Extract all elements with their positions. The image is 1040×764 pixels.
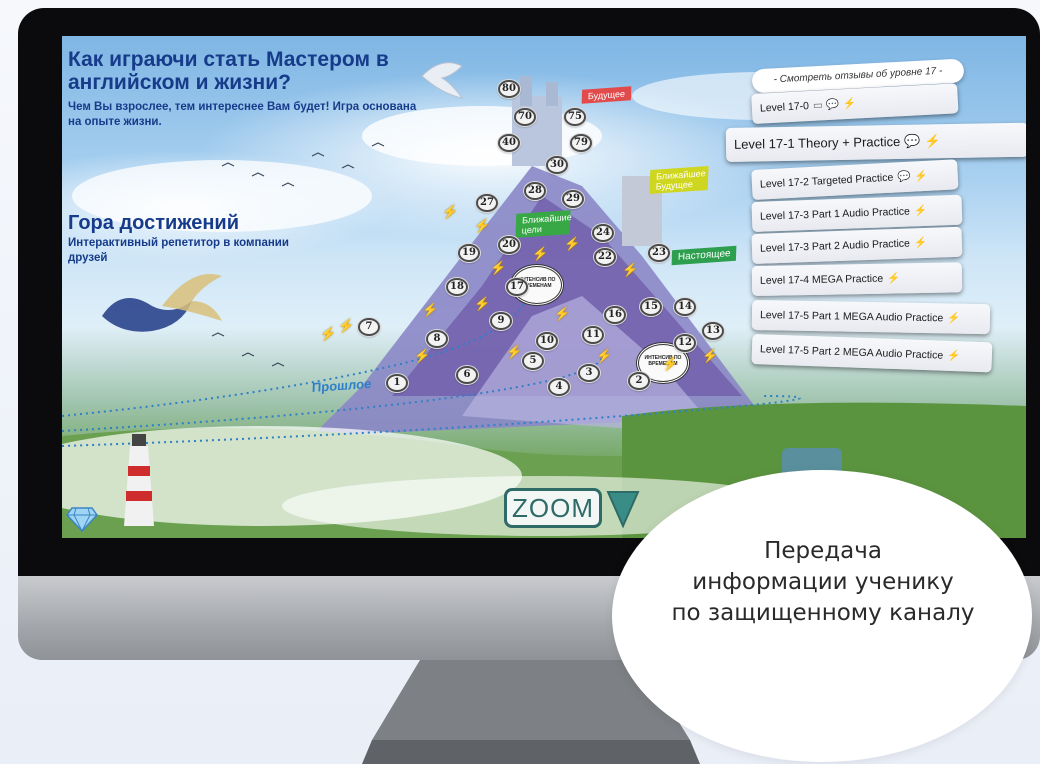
lightning-icon: ⚡ [913, 204, 928, 218]
lightning-icon: ⚡ [913, 236, 928, 250]
lightning-icon: ⚡ [622, 262, 639, 277]
lightning-icon: ⚡ [532, 246, 549, 261]
level-node[interactable]: 14 [674, 298, 696, 316]
lightning-icon: ⚡ [947, 312, 961, 325]
level-node[interactable]: 16 [604, 306, 626, 324]
lightning-icon: ⚡ [474, 218, 491, 233]
lightning-icon: ⚡ [914, 169, 928, 183]
bubble-line-2: информации ученику [692, 569, 954, 595]
lightning-icon: ⚡ [414, 348, 431, 363]
level-node[interactable]: 40 [498, 134, 520, 152]
lightning-icon: ⚡ [490, 260, 507, 275]
lightning-icon: ⚡ [924, 133, 941, 149]
level-item-17-1[interactable]: Level 17-1 Theory + Practice 💬 ⚡ [725, 122, 1026, 162]
level-node[interactable]: 23 [648, 244, 670, 262]
comment-icon: 💬 [896, 170, 911, 184]
lightning-icon: ⚡ [564, 236, 581, 251]
section-subtitle: Интерактивный репетитор в компании друзе… [68, 237, 289, 264]
lightning-icon: ⚡ [842, 97, 857, 111]
level-node[interactable]: 4 [548, 378, 570, 396]
level-node[interactable]: 70 [514, 108, 536, 126]
lightning-icon: ⚡ [887, 272, 901, 285]
flag-near-future: Ближайшее Будущее [649, 166, 709, 194]
level-item-17-4[interactable]: Level 17-4 MEGA Practice ⚡ [751, 262, 963, 296]
level-node[interactable]: 28 [524, 182, 546, 200]
level-node[interactable]: 9 [490, 312, 512, 330]
flag-near-goals: Ближайшие цели [515, 210, 572, 238]
level-node[interactable]: 24 [592, 224, 614, 242]
info-bubble-text: Передача информации ученику по защищенно… [620, 536, 1026, 629]
level-node[interactable]: 11 [582, 326, 604, 344]
section-title: Гора достижений [68, 212, 240, 234]
game-subline: Чем Вы взрослее, тем интереснее Вам буде… [68, 101, 417, 128]
lightning-icon: ⚡ [474, 296, 491, 311]
game-headline: Как играючи стать Мастером в английском … [68, 48, 389, 94]
level-node[interactable]: 19 [458, 244, 480, 262]
game-screen: Как играючи стать Мастером в английском … [62, 36, 1026, 538]
lightning-icon: ⚡ [946, 349, 961, 363]
comment-icon: 💬 [904, 133, 921, 149]
comment-icon: ▭ 💬 [812, 98, 840, 112]
lightning-icon: ⚡ [554, 306, 571, 321]
down-arrow-icon[interactable] [606, 488, 640, 528]
level-node[interactable]: 6 [456, 366, 478, 384]
level-node[interactable]: 79 [570, 134, 592, 152]
lightning-icon: ⚡ [338, 318, 355, 333]
diamond-icon[interactable] [66, 506, 98, 532]
level-node[interactable]: 30 [546, 156, 568, 174]
level-node[interactable]: 27 [476, 194, 498, 212]
level-node[interactable]: 20 [498, 236, 520, 254]
bubble-line-3: по защищенному каналу [671, 600, 975, 626]
level-item-17-5-part1[interactable]: Level 17-5 Part 1 MEGA Audio Practice ⚡ [751, 300, 991, 335]
lightning-icon: ⚡ [320, 326, 337, 341]
lightning-icon: ⚡ [662, 356, 679, 371]
level-node[interactable]: 1 [386, 374, 408, 392]
lightning-icon: ⚡ [422, 302, 439, 317]
level-node[interactable]: 3 [578, 364, 600, 382]
level-node[interactable]: 22 [594, 248, 616, 266]
level-node[interactable]: 17 [506, 278, 528, 296]
level-node[interactable]: 13 [702, 322, 724, 340]
monitor-stand-neck [420, 660, 640, 740]
level-node[interactable]: 8 [426, 330, 448, 348]
lightning-icon: ⚡ [442, 204, 459, 219]
level-node[interactable]: 12 [674, 334, 696, 352]
level-node[interactable]: 15 [640, 298, 662, 316]
level-node[interactable]: 10 [536, 332, 558, 350]
level-node[interactable]: 5 [522, 352, 544, 370]
level-node[interactable]: 18 [446, 278, 468, 296]
lightning-icon: ⚡ [596, 348, 613, 363]
level-node[interactable]: 29 [562, 190, 584, 208]
level-node[interactable]: 7 [358, 318, 380, 336]
lightning-icon: ⚡ [702, 348, 719, 363]
level-node[interactable]: 2 [628, 372, 650, 390]
zoom-button[interactable]: ZOOM [504, 488, 602, 528]
bubble-line-1: Передача [764, 538, 882, 564]
level-node[interactable]: 80 [498, 80, 520, 98]
lightning-icon: ⚡ [506, 344, 523, 359]
level-node[interactable]: 75 [564, 108, 586, 126]
